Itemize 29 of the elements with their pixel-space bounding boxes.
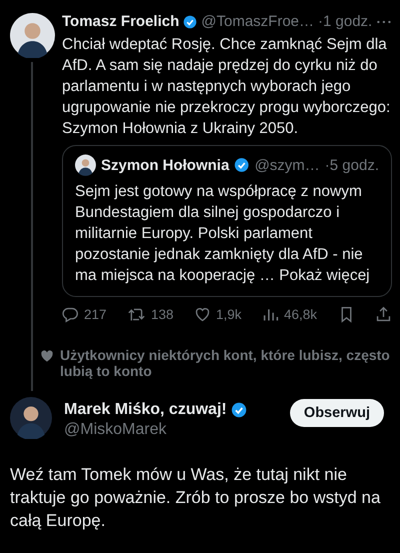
post-text: Weź tam Tomek mów u Was, że tutaj nikt nie traktuje go poważnie. Zrób to prosze bo wstyd na całą Europę.: [10, 464, 382, 532]
post-text: Chciał wdeptać Rosję. Chce zamknąć Sejm dla AfD. A sam się nadaje prędzej do cyrku niż do parlamentu i w następnych wyborach jego ugrupowanie nie przekroczy progu wyborczego: Szymon Hołownia z Ukrainy 2050.: [62, 35, 392, 139]
author-handle[interactable]: @MiskoMarek: [64, 421, 247, 439]
avatar[interactable]: [10, 13, 55, 58]
social-context-text: Użytkownicy niektórych kont, które lubisz, często lubią to konto: [60, 347, 391, 379]
author-name[interactable]: Marek Miśko, czuwaj!: [64, 401, 227, 419]
like-button[interactable]: 1,9k: [194, 306, 242, 323]
quoted-author-handle: @szym…: [254, 156, 320, 174]
quoted-post-card[interactable]: [62, 145, 392, 297]
quoted-post-time: ·5 godz.: [324, 156, 379, 174]
avatar[interactable]: [10, 397, 52, 439]
author-name[interactable]: Tomasz Froelich: [62, 13, 180, 30]
share-button[interactable]: [374, 306, 392, 323]
avatar[interactable]: [75, 154, 96, 176]
share-icon: [374, 306, 392, 323]
heart-icon: [40, 349, 54, 363]
views-button[interactable]: 46,8k: [262, 306, 318, 323]
show-more-link[interactable]: Pokaż więcej: [279, 267, 370, 284]
repost-arrows-icon: [127, 306, 146, 323]
more-icon[interactable]: [376, 18, 392, 24]
follow-button[interactable]: Obserwuj: [290, 399, 384, 427]
quoted-author-name: Szymon Hołownia: [100, 156, 230, 174]
author-handle[interactable]: @TomaszFroe…: [201, 13, 314, 30]
reply-button[interactable]: 217: [62, 306, 107, 323]
repost-button[interactable]: 138: [127, 306, 174, 323]
heart-icon: [194, 306, 211, 323]
quoted-post-text: Sejm jest gotowy na współpracę z nowym Bundestagiem dla silnej gospodarczo i militarnie Europy. Polski parlament pozostanie jednak zamknięty dla AfD - nie ma miejsca na kooperację … Pokaż więcej: [75, 182, 371, 286]
speech-bubble-icon: [62, 306, 79, 323]
post-time: ·1 godz.: [318, 13, 372, 30]
